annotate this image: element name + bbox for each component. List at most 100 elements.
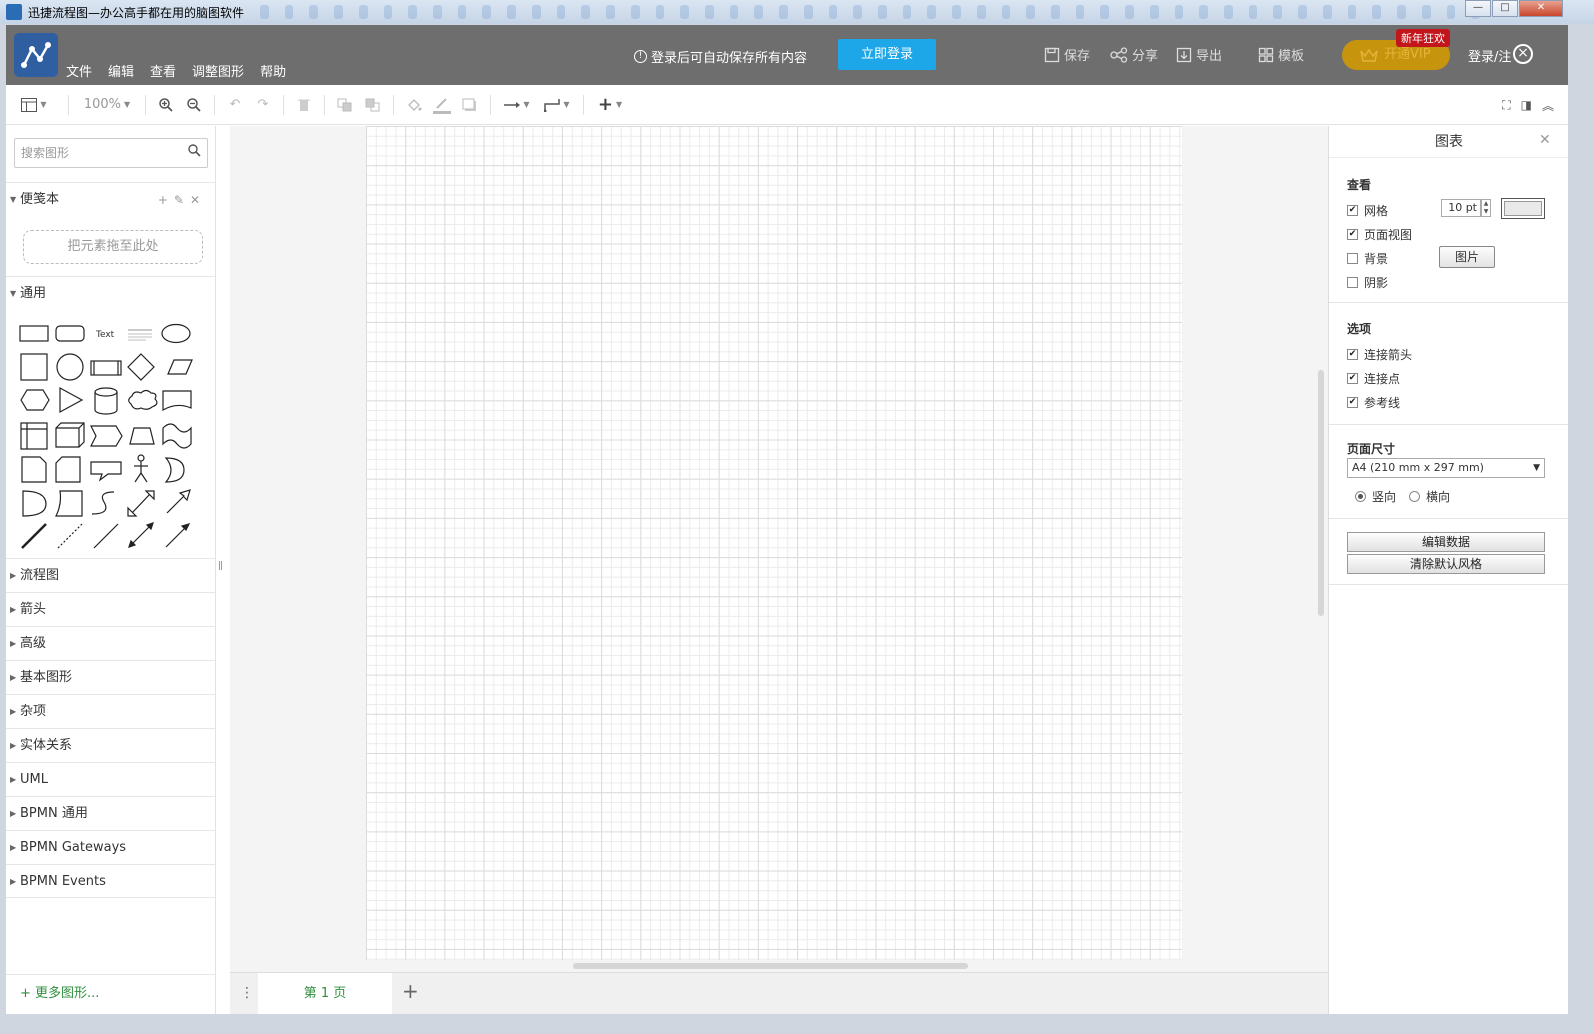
redo-button[interactable]: ↷ — [249, 85, 277, 125]
background-image-button[interactable]: 图片 — [1439, 246, 1495, 268]
format-panel-toggle-icon[interactable]: ◨ — [1521, 98, 1532, 112]
menu-file[interactable]: 文件 — [66, 61, 92, 80]
guides-checkbox[interactable]: ✔ 参考线 — [1347, 394, 1400, 411]
page-view-label: 页面视图 — [1364, 228, 1413, 242]
export-icon — [1176, 47, 1192, 62]
app-logo[interactable] — [14, 33, 58, 77]
section-arrows[interactable]: ▶ 箭头 — [6, 592, 216, 626]
window-close-button[interactable]: ✕ — [1519, 0, 1563, 17]
collapse-up-icon[interactable]: ︽ — [1542, 97, 1554, 114]
panel-toggle-button[interactable]: ▼ — [6, 85, 62, 125]
diagram-page[interactable] — [366, 126, 1182, 960]
section-basic-shapes[interactable]: ▶ 基本图形 — [6, 660, 216, 694]
add-page-icon[interactable]: + — [402, 979, 419, 1003]
menu-arrange[interactable]: 调整图形 — [192, 61, 244, 80]
section-advanced-label: 高级 — [20, 636, 47, 651]
more-shapes-button[interactable]: + 更多图形... — [6, 974, 216, 1014]
shape-search-input[interactable]: 搜索图形 — [14, 138, 208, 168]
landscape-radio[interactable]: 横向 — [1409, 488, 1450, 505]
chevron-right-icon: ▶ — [10, 639, 17, 648]
section-scratchpad[interactable]: ▼ 便笺本 +✎✕ — [6, 182, 216, 216]
page-tab-1[interactable]: 第 1 页 — [258, 973, 392, 1014]
clear-default-style-button[interactable]: 清除默认风格 — [1347, 554, 1545, 574]
checkbox-checked-icon: ✔ — [1347, 397, 1358, 408]
document-shape — [162, 390, 192, 412]
background-checkbox[interactable]: 背景 — [1347, 250, 1388, 267]
save-button[interactable]: 保存 — [1044, 45, 1090, 64]
horizontal-scrollbar[interactable] — [573, 963, 968, 969]
insert-button[interactable]: + ▼ — [590, 85, 630, 125]
page-size-select[interactable]: A4 (210 mm x 297 mm) ▼ — [1347, 458, 1545, 478]
window-title: 迅捷流程图—办公高手都在用的脑图软件 — [28, 6, 245, 20]
template-label: 模板 — [1278, 49, 1305, 64]
section-flowchart[interactable]: ▶ 流程图 — [6, 558, 216, 592]
connection-style-button[interactable]: ▼ — [497, 85, 537, 125]
connection-arrows-checkbox[interactable]: ✔ 连接箭头 — [1347, 346, 1412, 363]
delete-button[interactable] — [290, 85, 318, 125]
section-uml[interactable]: ▶ UML — [6, 762, 216, 796]
vertical-scrollbar[interactable] — [1318, 370, 1324, 616]
scratchpad-dropzone[interactable]: 把元素拖至此处 — [23, 230, 203, 264]
zoom-select[interactable]: 100% ▼ — [75, 85, 139, 125]
fill-color-button[interactable] — [400, 85, 428, 125]
template-button[interactable]: 模板 — [1258, 45, 1304, 64]
window-maximize-button[interactable]: □ — [1492, 0, 1518, 17]
close-icon[interactable]: ✕ — [1539, 132, 1551, 148]
shapes-sidebar: 搜索图形 ▼ 便笺本 +✎✕ 把元素拖至此处 ▼ 通用 Text ▶ 流程图 ▶… — [6, 126, 216, 1014]
waypoint-style-button[interactable]: ▼ — [537, 85, 577, 125]
login-now-button[interactable]: 立即登录 — [838, 39, 936, 70]
page-menu-icon[interactable]: ⋮ — [240, 985, 254, 1001]
line-color-button[interactable] — [428, 85, 456, 125]
section-advanced[interactable]: ▶ 高级 — [6, 626, 216, 660]
section-bpmn-general-label: BPMN 通用 — [20, 806, 88, 821]
search-icon[interactable] — [188, 144, 201, 157]
section-general[interactable]: ▼ 通用 — [6, 276, 216, 310]
to-front-icon — [337, 98, 352, 111]
general-shapes-palette[interactable]: Text — [16, 316, 206, 552]
to-back-button[interactable] — [359, 85, 387, 125]
section-misc[interactable]: ▶ 杂项 — [6, 694, 216, 728]
close-icon[interactable]: ✕ — [190, 193, 206, 207]
checkbox-checked-icon: ✔ — [1347, 349, 1358, 360]
fullscreen-icon[interactable]: ⛶ — [1502, 98, 1510, 113]
share-icon — [1110, 46, 1128, 63]
zoom-value: 100% — [83, 97, 121, 112]
undo-button[interactable]: ↶ — [221, 85, 249, 125]
add-icon[interactable]: + — [158, 193, 174, 207]
user-login-link[interactable]: 登录/注 — [1468, 46, 1511, 65]
portrait-label: 竖向 — [1372, 490, 1397, 504]
menu-help[interactable]: 帮助 — [260, 61, 286, 80]
section-entity-relation[interactable]: ▶ 实体关系 — [6, 728, 216, 762]
zoom-out-button[interactable] — [180, 85, 208, 125]
sidebar-resize-handle[interactable]: ǁ — [218, 560, 223, 571]
zoom-in-button[interactable] — [152, 85, 180, 125]
shadow-checkbox[interactable]: 阴影 — [1347, 274, 1388, 291]
to-front-button[interactable] — [331, 85, 359, 125]
portrait-radio[interactable]: 竖向 — [1355, 488, 1396, 505]
share-button[interactable]: 分享 — [1110, 45, 1158, 64]
menu-view[interactable]: 查看 — [150, 61, 176, 80]
menu-edit[interactable]: 编辑 — [108, 61, 134, 80]
page-view-checkbox[interactable]: ✔ 页面视图 — [1347, 226, 1412, 243]
grid-color-swatch[interactable] — [1501, 198, 1545, 219]
shadow-button[interactable] — [456, 85, 484, 125]
thick-line-shape — [21, 523, 47, 549]
close-circle-icon[interactable]: × — [1513, 44, 1533, 64]
connection-points-checkbox[interactable]: ✔ 连接点 — [1347, 370, 1400, 387]
window-minimize-button[interactable]: — — [1465, 0, 1491, 17]
export-label: 导出 — [1196, 49, 1223, 64]
edit-icon[interactable]: ✎ — [174, 193, 190, 207]
paint-bucket-icon — [408, 98, 422, 111]
section-bpmn-events[interactable]: ▶ BPMN Events — [6, 864, 216, 898]
grid-size-input[interactable]: 10 pt — [1441, 199, 1481, 217]
chevron-down-icon: ▼ — [10, 289, 17, 298]
shadow-icon — [462, 98, 476, 111]
section-bpmn-gateways[interactable]: ▶ BPMN Gateways — [6, 830, 216, 864]
section-bpmn-general[interactable]: ▶ BPMN 通用 — [6, 796, 216, 830]
grid-size-spinner[interactable]: ▲ ▼ — [1481, 199, 1491, 217]
checkbox-checked-icon: ✔ — [1347, 205, 1358, 216]
export-button[interactable]: 导出 — [1176, 45, 1222, 64]
edit-data-button[interactable]: 编辑数据 — [1347, 532, 1545, 552]
grid-checkbox[interactable]: ✔ 网格 — [1347, 202, 1388, 219]
diagram-canvas[interactable] — [230, 126, 1328, 972]
